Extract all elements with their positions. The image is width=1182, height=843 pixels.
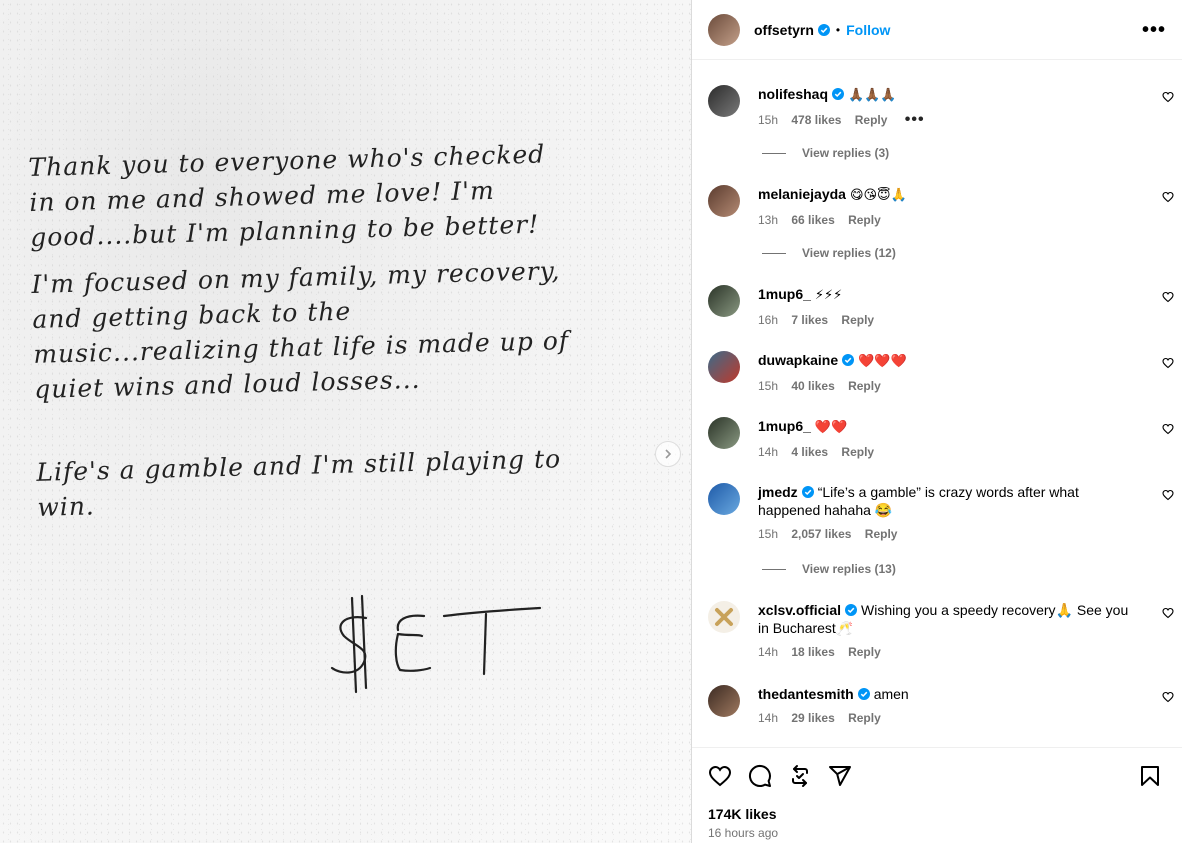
comment-time: 13h — [758, 213, 779, 227]
reply-button[interactable]: Reply — [848, 711, 881, 725]
heart-icon[interactable] — [1162, 607, 1174, 619]
heart-icon[interactable] — [1162, 191, 1174, 203]
avatar[interactable] — [708, 483, 740, 515]
avatar[interactable] — [708, 685, 740, 717]
comment-username[interactable]: jmedz — [758, 484, 798, 500]
post-timestamp[interactable]: 16 hours ago — [708, 826, 778, 840]
comment-likes[interactable]: 2,057 likes — [791, 527, 851, 541]
comment-likes[interactable]: 4 likes — [791, 445, 828, 459]
verified-badge-icon — [832, 88, 845, 100]
view-replies-button[interactable]: View replies (13) — [762, 562, 896, 576]
comment-time: 14h — [758, 445, 779, 459]
separator-dot: • — [835, 22, 841, 37]
note-paragraph-2: I'm focused on my family, my recovery, a… — [31, 256, 570, 404]
verified-badge-icon — [817, 23, 830, 36]
post-author-username[interactable]: offsetyrn — [754, 22, 814, 38]
next-image-button[interactable] — [655, 441, 681, 467]
comment-username[interactable]: thedantesmith — [758, 686, 854, 702]
heart-icon[interactable] — [708, 764, 732, 788]
avatar[interactable] — [708, 285, 740, 317]
heart-icon[interactable] — [1162, 423, 1174, 435]
note-paragraph-1: Thank you to everyone who's checked in o… — [28, 139, 546, 252]
verified-badge-icon — [857, 688, 870, 700]
comment-text: ❤️❤️ — [814, 420, 848, 435]
comment-time: 15h — [758, 379, 779, 393]
share-icon[interactable] — [828, 764, 852, 788]
comment-likes[interactable]: 18 likes — [791, 645, 834, 659]
reply-button[interactable]: Reply — [855, 113, 888, 127]
comment-text: ⚡⚡⚡ — [814, 288, 843, 303]
post-image: Thank you to everyone who's checked in o… — [0, 0, 691, 843]
more-options-button[interactable]: ••• — [1142, 20, 1166, 40]
verified-badge-icon — [801, 486, 814, 498]
heart-icon[interactable] — [1162, 291, 1174, 303]
comment-username[interactable]: 1mup6_ — [758, 418, 811, 434]
chevron-right-icon — [665, 449, 672, 459]
avatar[interactable] — [708, 351, 740, 383]
view-replies-button[interactable]: View replies (12) — [762, 246, 896, 260]
comment-likes[interactable]: 66 likes — [791, 213, 834, 227]
avatar[interactable] — [708, 185, 740, 217]
comment-username[interactable]: xclsv.official — [758, 602, 841, 618]
comment-more-button[interactable]: ••• — [905, 111, 925, 128]
handwritten-note: Thank you to everyone who's checked in o… — [28, 136, 578, 537]
reply-button[interactable]: Reply — [848, 379, 881, 393]
avatar[interactable] — [708, 13, 740, 46]
comment-text: 😋😘😇🙏 — [849, 188, 907, 203]
bookmark-icon[interactable] — [1138, 764, 1162, 788]
comment-text: ❤️❤️❤️ — [858, 354, 907, 369]
action-bar — [692, 748, 1182, 804]
reply-button[interactable]: Reply — [848, 213, 881, 227]
heart-icon[interactable] — [1162, 489, 1174, 501]
verified-badge-icon — [845, 604, 858, 616]
comment-likes[interactable]: 478 likes — [791, 113, 841, 127]
comment-likes[interactable]: 7 likes — [791, 313, 828, 327]
comment-time: 15h — [758, 527, 779, 541]
verified-badge-icon — [842, 354, 855, 366]
comment-username[interactable]: melaniejayda — [758, 186, 846, 202]
reply-button[interactable]: Reply — [865, 527, 898, 541]
comment-time: 16h — [758, 313, 779, 327]
heart-icon[interactable] — [1162, 691, 1174, 703]
comment-username[interactable]: 1mup6_ — [758, 286, 811, 302]
comment-time: 14h — [758, 645, 779, 659]
comment-text: amen — [873, 686, 909, 702]
comment-username[interactable]: nolifeshaq — [758, 86, 828, 102]
heart-icon[interactable] — [1162, 91, 1174, 103]
comments-list: nolifeshaq 🙏🏾🙏🏾🙏🏾 15h 478 likes Reply •••… — [692, 61, 1182, 747]
comment-icon[interactable] — [748, 764, 772, 788]
post-likes-count[interactable]: 174K likes — [708, 806, 777, 822]
post-header: offsetyrn • Follow ••• — [692, 0, 1182, 60]
comment-text: 🙏🏾🙏🏾🙏🏾 — [848, 88, 897, 103]
reply-button[interactable]: Reply — [841, 445, 874, 459]
comment-username[interactable]: duwapkaine — [758, 352, 838, 368]
note-paragraph-3: Life's a gamble and I'm still playing to… — [36, 444, 562, 522]
follow-button[interactable]: Follow — [846, 22, 890, 38]
comment-likes[interactable]: 29 likes — [791, 711, 834, 725]
heart-icon[interactable] — [1162, 357, 1174, 369]
signature-set — [330, 594, 542, 694]
comment-time: 14h — [758, 711, 779, 725]
reply-button[interactable]: Reply — [841, 313, 874, 327]
post-side-panel: offsetyrn • Follow ••• nolifeshaq 🙏🏾🙏🏾🙏🏾 … — [691, 0, 1182, 843]
comment-time: 15h — [758, 113, 779, 127]
reply-button[interactable]: Reply — [848, 645, 881, 659]
avatar[interactable] — [708, 601, 740, 633]
comment-likes[interactable]: 40 likes — [791, 379, 834, 393]
avatar[interactable] — [708, 417, 740, 449]
view-replies-button[interactable]: View replies (3) — [762, 146, 889, 160]
brand-logo-icon — [715, 608, 733, 626]
avatar[interactable] — [708, 85, 740, 117]
post-actions: 174K likes 16 hours ago — [692, 747, 1182, 840]
repost-icon[interactable] — [788, 764, 812, 788]
